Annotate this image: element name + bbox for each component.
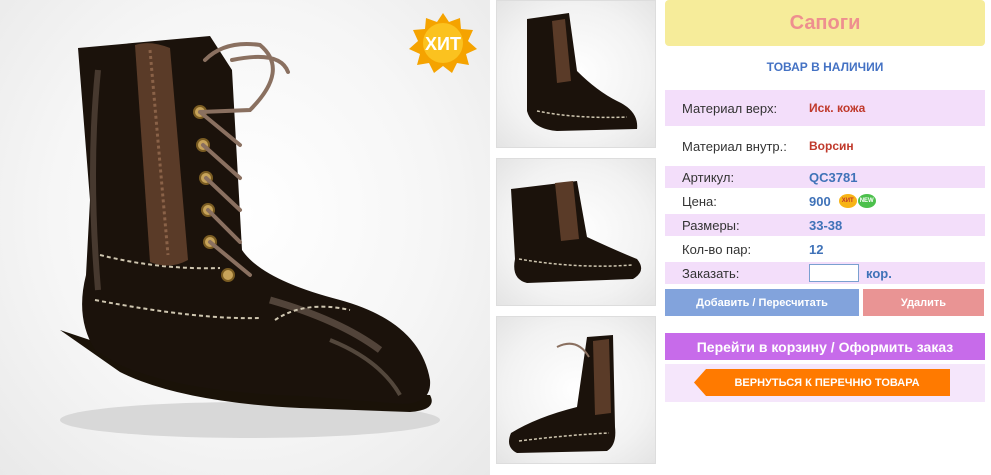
order-label: Заказать: (682, 265, 740, 281)
row-pairs: Кол-во пар: 12 (665, 238, 985, 260)
pairs-value: 12 (809, 241, 824, 257)
thumbnail-2[interactable] (496, 158, 656, 306)
material-inner-label: Материал внутр.: (682, 138, 787, 154)
hit-badge-text: ХИТ (425, 34, 461, 54)
row-order: Заказать: кор. (665, 262, 985, 284)
back-to-list-label: ВЕРНУТЬСЯ К ПЕРЕЧНЮ ТОВАРА (734, 376, 920, 389)
order-quantity-input[interactable] (809, 264, 859, 282)
product-title: Сапоги (665, 0, 985, 46)
row-material-inner: Материал внутр.: Ворсин (665, 128, 985, 164)
article-label: Артикул: (682, 169, 735, 185)
back-to-list-button[interactable]: ВЕРНУТЬСЯ К ПЕРЕЧНЮ ТОВАРА (694, 369, 950, 396)
thumbnail-1[interactable] (496, 0, 656, 148)
new-mini-badge-icon: NEW (857, 194, 876, 208)
hit-mini-badge-icon: ХИТ (838, 194, 857, 208)
price-label: Цена: (682, 193, 717, 209)
article-value: QC3781 (809, 169, 858, 185)
delete-button[interactable]: Удалить (863, 289, 984, 316)
hit-badge-icon: ХИТ (407, 12, 479, 74)
thumbnail-3[interactable] (496, 316, 656, 464)
material-inner-value: Ворсин (809, 139, 854, 153)
material-top-value: Иск. кожа (809, 101, 866, 115)
price-value: 900 (809, 193, 831, 209)
pairs-label: Кол-во пар: (682, 241, 752, 257)
sizes-label: Размеры: (682, 217, 740, 233)
row-material-top: Материал верх: Иск. кожа (665, 90, 985, 126)
go-to-cart-button[interactable]: Перейти в корзину / Оформить заказ (665, 333, 985, 360)
stock-status: ТОВАР В НАЛИЧИИ (766, 60, 884, 74)
row-price: Цена: 900 ХИТ NEW (665, 190, 985, 212)
order-unit: кор. (866, 265, 892, 281)
row-sizes: Размеры: 33-38 (665, 214, 985, 236)
sizes-value: 33-38 (809, 217, 843, 233)
add-recalculate-button[interactable]: Добавить / Пересчитать (665, 289, 859, 316)
material-top-label: Материал верх: (682, 100, 778, 116)
row-article: Артикул: QC3781 (665, 166, 985, 188)
